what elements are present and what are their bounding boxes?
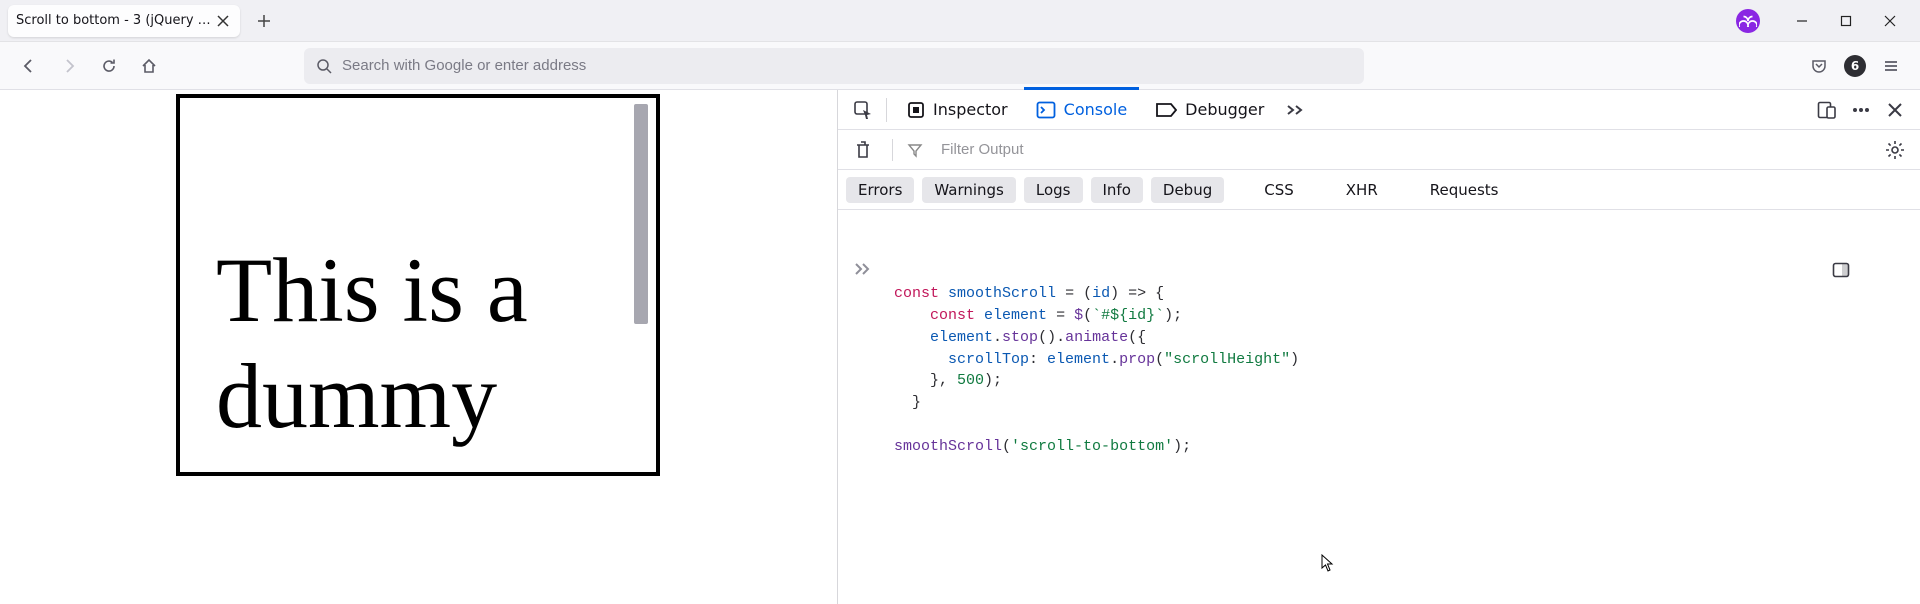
page-viewport: This is a dummy	[0, 90, 837, 604]
console-body[interactable]: const smoothScroll = (id) => { const ele…	[838, 210, 1920, 604]
chip-info[interactable]: Info	[1091, 177, 1143, 203]
home-button[interactable]	[134, 51, 164, 81]
devtools-panel: Inspector Console Debugger	[838, 90, 1920, 604]
debugger-icon	[1155, 102, 1177, 118]
console-category-bar: Errors Warnings Logs Info Debug CSS XHR …	[838, 170, 1920, 210]
window-close-button[interactable]	[1868, 6, 1912, 36]
dummy-text: This is a dummy	[216, 98, 620, 450]
new-tab-button[interactable]	[250, 7, 278, 35]
window-maximize-button[interactable]	[1824, 6, 1868, 36]
forward-button[interactable]	[54, 51, 84, 81]
close-tab-icon[interactable]	[214, 12, 232, 30]
search-icon	[316, 58, 332, 74]
tab-inspector-label: Inspector	[933, 100, 1008, 119]
chip-xhr[interactable]: XHR	[1334, 177, 1390, 203]
chip-css[interactable]: CSS	[1252, 177, 1306, 203]
chip-warnings[interactable]: Warnings	[922, 177, 1016, 203]
chip-requests[interactable]: Requests	[1418, 177, 1511, 203]
console-input-code[interactable]: const smoothScroll = (id) => { const ele…	[894, 283, 1904, 457]
scrollbar-thumb[interactable]	[634, 104, 648, 324]
back-button[interactable]	[14, 51, 44, 81]
app-menu-button[interactable]	[1876, 51, 1906, 81]
kebab-menu-button[interactable]	[1846, 95, 1876, 125]
editor-toggle-button[interactable]	[1832, 218, 1904, 321]
extensions-count-badge[interactable]: 6	[1844, 55, 1866, 77]
console-settings-button[interactable]	[1880, 135, 1910, 165]
inspector-icon	[907, 101, 925, 119]
tab-console[interactable]: Console	[1024, 90, 1140, 130]
chip-debug[interactable]: Debug	[1151, 177, 1224, 203]
close-devtools-button[interactable]	[1880, 95, 1910, 125]
console-prompt-icon	[854, 218, 926, 319]
devtools-tabs: Inspector Console Debugger	[838, 90, 1920, 130]
console-filterbar	[838, 130, 1920, 170]
tab-title: Scroll to bottom - 3 (jQuery smooth	[16, 13, 214, 28]
chip-errors[interactable]: Errors	[846, 177, 914, 203]
tab-inspector[interactable]: Inspector	[895, 90, 1020, 130]
tab-debugger[interactable]: Debugger	[1143, 90, 1276, 130]
tabs-overflow-button[interactable]	[1280, 95, 1310, 125]
scrollbox[interactable]: This is a dummy	[180, 98, 656, 472]
account-badge[interactable]	[1736, 9, 1760, 33]
console-icon	[1036, 101, 1056, 119]
scrollbox-container: This is a dummy	[176, 94, 660, 476]
window-tabbar: Scroll to bottom - 3 (jQuery smooth	[0, 0, 1920, 42]
url-input[interactable]	[342, 57, 1352, 74]
element-picker-button[interactable]	[848, 95, 878, 125]
responsive-mode-button[interactable]	[1812, 95, 1842, 125]
browser-tab[interactable]: Scroll to bottom - 3 (jQuery smooth	[8, 5, 240, 37]
window-minimize-button[interactable]	[1780, 6, 1824, 36]
url-bar[interactable]	[304, 48, 1364, 84]
clear-console-button[interactable]	[848, 135, 878, 165]
save-to-pocket-button[interactable]	[1804, 51, 1834, 81]
tab-debugger-label: Debugger	[1185, 100, 1264, 119]
reload-button[interactable]	[94, 51, 124, 81]
tab-console-label: Console	[1064, 100, 1128, 119]
funnel-icon	[907, 142, 925, 158]
chip-logs[interactable]: Logs	[1024, 177, 1083, 203]
mouse-cursor-icon	[1321, 510, 1393, 604]
console-filter-input[interactable]	[939, 137, 1866, 162]
main-split: This is a dummy Inspector Con	[0, 90, 1920, 604]
browser-navbar: 6	[0, 42, 1920, 90]
